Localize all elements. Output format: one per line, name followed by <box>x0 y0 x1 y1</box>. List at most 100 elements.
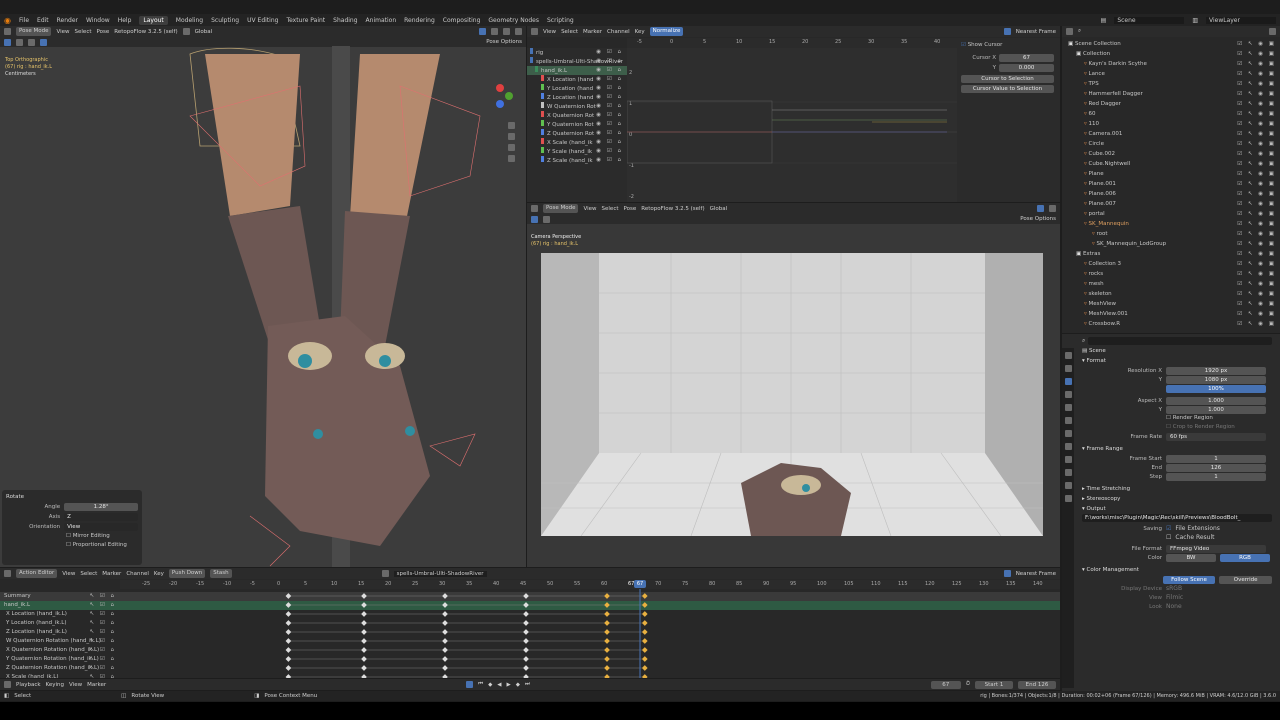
outliner-item[interactable]: ▿ root ☑ ↖ ◉ ▣ <box>1062 229 1280 239</box>
keyframe[interactable] <box>523 620 529 626</box>
visibility-toggle-icon[interactable]: ☑ ↖ ◉ ▣ <box>1237 39 1276 49</box>
graph-channel-row[interactable]: Y Location (hand ◉ ☑ ⌂ <box>527 84 627 93</box>
action-menu-channel[interactable]: Channel <box>126 571 149 577</box>
keyframe[interactable] <box>442 647 448 653</box>
keyframe[interactable] <box>604 611 610 617</box>
graph-channel-row[interactable]: Y Quaternion Rot ◉ ☑ ⌂ <box>527 120 627 129</box>
action-channel-icons[interactable]: ↖ ☑ ⌂ <box>89 619 116 628</box>
zoom-icon[interactable] <box>508 122 515 129</box>
action-channel-row[interactable]: Summary ↖ ☑ ⌂ <box>0 592 120 601</box>
keyframe[interactable] <box>604 674 610 678</box>
tab-uv-editing[interactable]: UV Editing <box>247 17 278 24</box>
outliner-item[interactable]: ▿ Hammerfell Dagger ☑ ↖ ◉ ▣ <box>1062 89 1280 99</box>
viewport-3d[interactable]: Pose Mode View Select Pose RetopoFlow 3.… <box>0 26 526 567</box>
keyframe[interactable] <box>523 602 529 608</box>
visibility-toggle-icon[interactable]: ☑ ↖ ◉ ▣ <box>1237 149 1276 159</box>
keyframe[interactable] <box>285 611 292 617</box>
menu-window[interactable]: Window <box>86 17 110 24</box>
rgb-button[interactable]: RGB <box>1220 553 1270 562</box>
visibility-toggle-icon[interactable]: ☑ ↖ ◉ ▣ <box>1237 269 1276 279</box>
keyframe[interactable] <box>523 611 529 617</box>
keyframe[interactable] <box>641 611 648 617</box>
keyframe[interactable] <box>604 593 610 599</box>
viewlayer-selector[interactable]: ViewLayer <box>1206 16 1276 24</box>
mirror-editing-checkbox[interactable]: ☐ Mirror Editing <box>6 532 138 541</box>
resx-field[interactable]: 1920 px <box>1166 366 1266 375</box>
aspx-field[interactable]: 1.000 <box>1166 396 1266 405</box>
override-button[interactable]: Override <box>1219 575 1272 584</box>
play-reverse-icon[interactable]: ◀ <box>497 682 501 688</box>
dopesheet-type-icon[interactable] <box>4 570 11 577</box>
keyframe[interactable] <box>442 638 448 644</box>
keyframe[interactable] <box>523 656 529 662</box>
outliner-item[interactable]: ▣ Extras ☑ ↖ ◉ ▣ <box>1062 249 1280 259</box>
graph-channel-row[interactable]: Z Quaternion Rot ◉ ☑ ⌂ <box>527 129 627 138</box>
graph-area[interactable]: -5 0 5 10 15 20 25 30 35 40 2 1 0 -1 -2 <box>627 38 957 202</box>
keyframe[interactable] <box>604 656 610 662</box>
keyframe[interactable] <box>523 674 529 678</box>
outliner-item[interactable]: ▿ Circle ☑ ↖ ◉ ▣ <box>1062 139 1280 149</box>
visibility-toggle-icon[interactable]: ☑ ↖ ◉ ▣ <box>1237 119 1276 129</box>
outliner-item[interactable]: ▿ TPS ☑ ↖ ◉ ▣ <box>1062 79 1280 89</box>
visibility-toggle-icon[interactable]: ☑ ↖ ◉ ▣ <box>1237 239 1276 249</box>
outliner-item[interactable]: ▿ Red Dagger ☑ ↖ ◉ ▣ <box>1062 99 1280 109</box>
object-tab-icon[interactable] <box>1064 430 1072 437</box>
cursor-to-selection-button[interactable]: Cursor to Selection <box>961 75 1054 83</box>
frame-range-header[interactable]: ▾ Frame Range <box>1082 444 1272 454</box>
camera-view-icon[interactable] <box>508 144 515 151</box>
render-region-check-icon[interactable]: ☐ <box>1166 415 1173 421</box>
keyframe[interactable] <box>361 620 367 626</box>
menu-marker-timeline[interactable]: Marker <box>87 682 106 688</box>
cursor-x-field[interactable]: 67 <box>999 54 1054 62</box>
outliner-item[interactable]: ▿ 110 ☑ ↖ ◉ ▣ <box>1062 119 1280 129</box>
action-channel-icons[interactable]: ↖ ☑ ⌂ <box>89 673 116 678</box>
visibility-toggle-icon[interactable]: ☑ ↖ ◉ ▣ <box>1237 89 1276 99</box>
menu-keying[interactable]: Keying <box>46 682 64 688</box>
frame-end-field[interactable]: 126 <box>1166 463 1266 472</box>
keyframe[interactable] <box>285 593 292 599</box>
outliner-item[interactable]: ▿ SK_Mannequin_LodGroup ☑ ↖ ◉ ▣ <box>1062 239 1280 249</box>
visibility-toggle-icon[interactable]: ☑ ↖ ◉ ▣ <box>1237 79 1276 89</box>
world-tab-icon[interactable] <box>1064 417 1072 424</box>
keyframe[interactable] <box>604 602 610 608</box>
keyframe[interactable] <box>523 629 529 635</box>
keyframe[interactable] <box>641 674 648 678</box>
keyframe[interactable] <box>285 656 292 662</box>
action-channel-row[interactable]: W Quaternion Rotation (hand_ik.L) ↖ ☑ ⌂ <box>0 637 120 646</box>
channel-visibility-icon[interactable]: ◉ ☑ ⌂ <box>596 138 623 147</box>
graph-channel-row[interactable]: X Quaternion Rot ◉ ☑ ⌂ <box>527 111 627 120</box>
keyframe[interactable] <box>641 665 648 671</box>
render-tab-icon[interactable] <box>1064 365 1072 372</box>
graph-channel-row[interactable]: W Quaternion Rot ◉ ☑ ⌂ <box>527 102 627 111</box>
visibility-toggle-icon[interactable]: ☑ ↖ ◉ ▣ <box>1237 249 1276 259</box>
navigation-gizmo[interactable] <box>508 122 520 182</box>
keyframe[interactable] <box>285 629 292 635</box>
current-frame-field[interactable]: 67 <box>930 680 961 689</box>
outliner-item[interactable]: ▿ Crossbow.R ☑ ↖ ◉ ▣ <box>1062 319 1280 329</box>
ortho-toggle-icon[interactable] <box>508 155 515 162</box>
keyframe[interactable] <box>361 656 367 662</box>
outliner-item[interactable]: ▿ Camera.001 ☑ ↖ ◉ ▣ <box>1062 129 1280 139</box>
action-channel-row[interactable]: Y Quaternion Rotation (hand_ik.L) ↖ ☑ ⌂ <box>0 655 120 664</box>
outliner-item[interactable]: ▿ Kayn's Darkin Scythe ☑ ↖ ◉ ▣ <box>1062 59 1280 69</box>
keyframe[interactable] <box>361 647 367 653</box>
show-cursor-check-icon[interactable]: ☑ <box>961 42 968 48</box>
proportional-editing-checkbox[interactable]: ☐ Proportional Editing <box>6 541 138 550</box>
keyframe[interactable] <box>442 656 448 662</box>
visibility-toggle-icon[interactable]: ☑ ↖ ◉ ▣ <box>1237 179 1276 189</box>
tab-texture-paint[interactable]: Texture Paint <box>286 17 325 24</box>
keyframe[interactable] <box>361 611 367 617</box>
keyframe[interactable] <box>442 674 448 678</box>
tab-modeling[interactable]: Modeling <box>176 17 203 24</box>
keyframe[interactable] <box>442 611 448 617</box>
outliner-item[interactable]: ▿ Cube.Nightwell ☑ ↖ ◉ ▣ <box>1062 159 1280 169</box>
channel-visibility-icon[interactable]: ◉ ☑ ⌂ <box>596 129 623 138</box>
keyframe[interactable] <box>641 602 648 608</box>
graph-channel-row[interactable]: spells-Umbral-Ulti-ShadowRiver ◉ ☑ ⌂ <box>527 57 627 66</box>
cam-retopoflow-menu[interactable]: RetopoFlow 3.2.5 (self) <box>641 206 704 212</box>
tab-scripting[interactable]: Scripting <box>547 17 574 24</box>
frame-step-field[interactable]: 1 <box>1166 472 1266 481</box>
outliner-item[interactable]: ▿ Plane.006 ☑ ↖ ◉ ▣ <box>1062 189 1280 199</box>
keyframe[interactable] <box>523 647 529 653</box>
outliner-item[interactable]: ▿ 60 ☑ ↖ ◉ ▣ <box>1062 109 1280 119</box>
